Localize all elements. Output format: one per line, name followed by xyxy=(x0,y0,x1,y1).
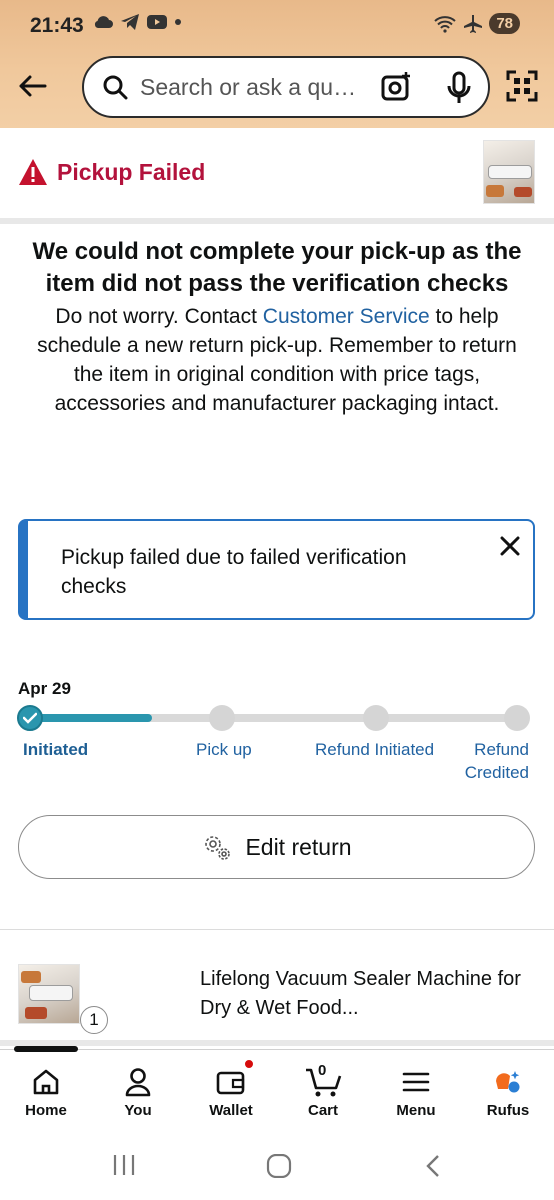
quantity-badge: 1 xyxy=(80,1006,108,1034)
step-label-refund-credited-line1: Refund xyxy=(474,740,529,759)
step-label-refund-initiated: Refund Initiated xyxy=(315,740,435,759)
nav-you[interactable]: You xyxy=(98,1064,178,1119)
airplane-icon xyxy=(464,14,483,33)
back-button[interactable] xyxy=(14,68,50,104)
step-node-pickup xyxy=(209,705,235,731)
menu-icon xyxy=(402,1072,430,1092)
customer-service-link[interactable]: Customer Service xyxy=(263,305,430,328)
status-system-icons: 78 xyxy=(433,13,520,34)
pickup-status-header: Pickup Failed xyxy=(0,128,554,218)
youtube-icon xyxy=(147,15,167,29)
check-icon xyxy=(23,712,37,724)
nav-rufus[interactable]: Rufus xyxy=(468,1064,548,1119)
nav-menu[interactable]: Menu xyxy=(376,1064,456,1119)
back-arrow-icon xyxy=(19,75,47,97)
wallet-notification-dot xyxy=(243,1058,255,1070)
app-header: 21:43 78 Search or ask a question xyxy=(0,0,554,128)
close-icon xyxy=(500,536,520,556)
nav-home[interactable]: Home xyxy=(6,1064,86,1119)
progress-date: Apr 29 xyxy=(18,679,71,698)
pickup-failure-message: We could not complete your pick-up as th… xyxy=(20,236,534,418)
message-body-start: Do not worry. Contact xyxy=(55,305,263,328)
step-label-pickup: Pick up xyxy=(196,740,252,759)
item-thumbnail xyxy=(18,964,80,1024)
status-bar: 21:43 78 xyxy=(0,0,554,50)
rufus-icon xyxy=(496,1071,520,1093)
status-notification-icons xyxy=(92,13,182,31)
edit-return-button[interactable]: Edit return xyxy=(18,815,535,879)
status-time: 21:43 xyxy=(30,14,84,37)
nav-divider xyxy=(0,1040,554,1046)
camera-search-icon[interactable] xyxy=(380,71,412,103)
barcode-scan-icon[interactable] xyxy=(506,70,538,102)
system-navigation-bar xyxy=(0,1134,554,1200)
edit-return-label: Edit return xyxy=(245,833,352,860)
step-label-refund-credited-line2: Credited xyxy=(464,763,529,782)
back-nav-icon[interactable] xyxy=(424,1154,442,1178)
nav-home-label: Home xyxy=(25,1102,67,1119)
progress-fill xyxy=(30,714,152,722)
search-icon xyxy=(103,75,128,100)
info-alert-box: Pickup failed due to failed verification… xyxy=(18,519,535,620)
message-body: Do not worry. Contact Customer Service t… xyxy=(20,302,534,418)
cart-count: 0 xyxy=(318,1062,327,1079)
message-heading: We could not complete your pick-up as th… xyxy=(32,238,522,297)
settings-gear-icon xyxy=(205,836,231,860)
nav-wallet-label: Wallet xyxy=(209,1102,253,1119)
recent-apps-icon[interactable] xyxy=(112,1154,136,1176)
wifi-icon xyxy=(434,15,456,33)
home-icon xyxy=(33,1069,59,1095)
cloud-icon xyxy=(94,16,113,28)
microphone-icon[interactable] xyxy=(446,71,472,105)
nav-cart-label: Cart xyxy=(307,1102,338,1119)
dot-icon xyxy=(175,19,181,25)
warning-icon xyxy=(19,159,47,185)
nav-you-label: You xyxy=(124,1102,152,1119)
search-bar[interactable]: Search or ask a question xyxy=(82,56,490,118)
progress-track xyxy=(30,714,518,722)
step-label-initiated: Initiated xyxy=(23,740,89,759)
nav-menu-label: Menu xyxy=(396,1102,436,1119)
step-node-refund-credited xyxy=(504,705,530,731)
alert-text: Pickup failed due to failed verification… xyxy=(61,546,407,598)
search-input[interactable]: Search or ask a question xyxy=(140,74,360,101)
product-thumbnail[interactable] xyxy=(483,140,535,204)
item-title: Lifelong Vacuum Sealer Machine for Dry &… xyxy=(200,968,521,1019)
bottom-navigation: Home You Wallet 0 Cart Menu Rufus xyxy=(0,1046,554,1134)
battery-indicator: 78 xyxy=(489,13,520,34)
home-button-icon[interactable] xyxy=(266,1154,292,1178)
pickup-status-label: Pickup Failed xyxy=(57,159,206,185)
wallet-icon xyxy=(216,1071,245,1095)
person-icon xyxy=(125,1068,151,1097)
active-tab-indicator xyxy=(14,1046,78,1052)
telegram-icon xyxy=(121,14,139,30)
section-divider xyxy=(0,218,554,224)
nav-wallet[interactable]: Wallet xyxy=(191,1058,271,1119)
alert-close-button[interactable] xyxy=(497,533,523,559)
nav-rufus-label: Rufus xyxy=(486,1102,530,1119)
step-node-initiated xyxy=(17,705,43,731)
step-node-refund-initiated xyxy=(363,705,389,731)
step-label-refund-credited: Refund Credited xyxy=(465,738,529,784)
nav-cart[interactable]: 0 Cart xyxy=(283,1062,363,1119)
